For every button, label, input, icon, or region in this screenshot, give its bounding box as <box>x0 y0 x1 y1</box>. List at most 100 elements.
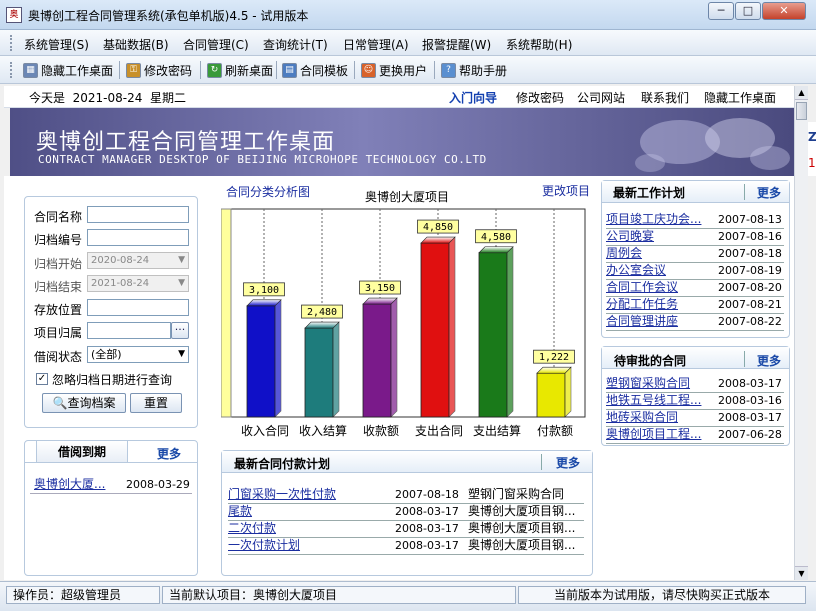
divider <box>24 462 198 463</box>
location-input[interactable] <box>87 299 189 316</box>
dropdown-arrow-icon[interactable]: ▼ <box>178 253 185 268</box>
query-archive-label: 查询档案 <box>67 396 116 410</box>
link-getting-started[interactable]: 入门向导 <box>449 89 497 106</box>
separator <box>354 61 355 79</box>
pending-contract-item[interactable]: 奥博创项目工程... <box>606 426 701 443</box>
dropdown-arrow-icon[interactable]: ▼ <box>178 276 185 291</box>
label-project: 项目归属 <box>34 326 83 340</box>
chart-bar-top <box>478 246 514 254</box>
work-plan-date: 2007-08-20 <box>718 281 782 294</box>
separator <box>276 61 277 79</box>
change-password-button[interactable]: ⚿ 修改密码 <box>123 60 195 80</box>
menu-query[interactable]: 查询统计(T) <box>263 36 328 53</box>
archive-no-input[interactable] <box>87 229 189 246</box>
link-contact[interactable]: 联系我们 <box>641 89 689 106</box>
menu-bar: 系统管理(S) 基础数据(B) 合同管理(C) 查询统计(T) 日常管理(A) … <box>0 30 816 56</box>
close-icon[interactable]: ✕ <box>762 2 806 20</box>
reset-button[interactable]: 重置 <box>130 393 182 413</box>
borrow-due-more-link[interactable]: 更多 <box>157 445 181 462</box>
divider <box>30 493 192 494</box>
contract-template-button[interactable]: ▤ 合同模板 <box>279 60 351 80</box>
chart-category-label: 支出合同 <box>415 423 463 438</box>
grip-icon[interactable] <box>10 35 13 51</box>
menu-help[interactable]: 系统帮助(H) <box>506 36 572 53</box>
scroll-thumb[interactable] <box>796 102 807 120</box>
ignore-date-checkbox[interactable]: ✓ <box>36 373 48 385</box>
scroll-down-icon[interactable]: ▼ <box>795 566 808 580</box>
chart-value-label: 3,100 <box>249 285 279 296</box>
menu-system[interactable]: 系统管理(S) <box>24 36 89 53</box>
link-company-site[interactable]: 公司网站 <box>577 89 625 106</box>
banner-title: 奥博创工程合同管理工作桌面 <box>36 130 336 155</box>
vertical-scrollbar[interactable]: ▲ ▼ <box>794 86 808 580</box>
menu-basic-data[interactable]: 基础数据(B) <box>103 36 169 53</box>
archive-start-date[interactable]: 2020-08-24 ▼ <box>87 252 189 269</box>
payment-plan-item[interactable]: 一次付款计划 <box>228 537 300 554</box>
separator <box>434 61 435 79</box>
minimize-icon[interactable]: ─ <box>708 2 734 20</box>
divider <box>606 330 784 331</box>
archive-start-value: 2020-08-24 <box>91 255 150 266</box>
payment-plan-date: 2008-03-17 <box>395 505 459 518</box>
divider <box>744 351 745 367</box>
separator <box>119 61 120 79</box>
refresh-desktop-button[interactable]: ↻ 刷新桌面 <box>204 60 276 80</box>
payment-plan-date: 2008-03-17 <box>395 539 459 552</box>
contract-name-input[interactable] <box>87 206 189 223</box>
work-plan-date: 2007-08-21 <box>718 298 782 311</box>
work-plan-item[interactable]: 办公室会议 <box>606 262 666 279</box>
dropdown-arrow-icon[interactable]: ▼ <box>178 347 185 362</box>
hide-desktop-button[interactable]: ▦ 隐藏工作桌面 <box>20 60 116 80</box>
borrow-status-value: (全部) <box>91 348 122 361</box>
payment-plan-item[interactable]: 门窗采购一次性付款 <box>228 486 336 503</box>
borrow-status-select[interactable]: (全部) ▼ <box>87 346 189 363</box>
borrow-due-item[interactable]: 奥博创大厦... <box>34 476 105 493</box>
work-plan-item[interactable]: 分配工作任务 <box>606 296 678 313</box>
menu-contract[interactable]: 合同管理(C) <box>183 36 249 53</box>
pending-contract-date: 2007-06-28 <box>718 428 782 441</box>
work-plan-date: 2007-08-13 <box>718 213 782 226</box>
change-project-link[interactable]: 更改项目 <box>542 182 590 199</box>
label-archive-start: 归档开始 <box>34 257 83 271</box>
payment-plan-contract: 奥博创大厦项目钢... <box>468 504 576 518</box>
side-peek-text: 1 <box>808 156 816 170</box>
pending-more-link[interactable]: 更多 <box>757 352 781 369</box>
tab-borrow-due[interactable]: 借阅到期 <box>36 440 128 462</box>
work-plan-date: 2007-08-19 <box>718 264 782 277</box>
chart-side-wall <box>221 208 232 418</box>
archive-end-date[interactable]: 2021-08-24 ▼ <box>87 275 189 292</box>
project-input[interactable] <box>87 322 171 339</box>
maximize-icon[interactable]: □ <box>735 2 761 20</box>
link-hide-desktop[interactable]: 隐藏工作桌面 <box>704 89 776 106</box>
payment-plan-date: 2008-03-17 <box>395 522 459 535</box>
chart-value-label: 1,222 <box>539 352 569 363</box>
project-browse-button[interactable]: ··· <box>171 322 189 339</box>
query-archive-button[interactable]: 🔍查询档案 <box>42 393 126 413</box>
pending-contract-item[interactable]: 地砖采购合同 <box>606 409 678 426</box>
menu-daily[interactable]: 日常管理(A) <box>343 36 409 53</box>
menu-alert[interactable]: 报警提醒(W) <box>422 36 491 53</box>
switch-user-button[interactable]: ☺ 更换用户 <box>358 60 430 80</box>
work-plan-more-link[interactable]: 更多 <box>757 184 781 201</box>
pending-contract-item[interactable]: 塑钢窗采购合同 <box>606 375 690 392</box>
payment-plan-item[interactable]: 二次付款 <box>228 520 276 537</box>
refresh-icon: ↻ <box>207 62 222 78</box>
grip-icon[interactable] <box>10 62 13 78</box>
work-plan-item[interactable]: 合同管理讲座 <box>606 313 678 330</box>
payment-plan-item[interactable]: 尾款 <box>228 503 252 520</box>
work-plan-item[interactable]: 周例会 <box>606 245 642 262</box>
borrow-due-date: 2008-03-29 <box>126 478 190 491</box>
work-plan-item[interactable]: 项目竣工庆功会... <box>606 211 701 228</box>
chart-bar-top <box>246 299 282 307</box>
work-plan-item[interactable]: 公司晚宴 <box>606 228 654 245</box>
pending-contract-item[interactable]: 地铁五号线工程... <box>606 392 701 409</box>
work-plan-item[interactable]: 合同工作会议 <box>606 279 678 296</box>
link-change-password[interactable]: 修改密码 <box>516 89 564 106</box>
chart-category-label: 支出结算 <box>473 423 521 438</box>
chart-bar-side <box>564 366 572 418</box>
help-manual-button[interactable]: ? 帮助手册 <box>438 60 510 80</box>
payment-plan-more-link[interactable]: 更多 <box>556 454 580 471</box>
chart-category-link[interactable]: 合同分类分析图 <box>226 183 310 200</box>
app-icon[interactable]: 奥 <box>6 7 22 23</box>
scroll-up-icon[interactable]: ▲ <box>795 86 808 100</box>
